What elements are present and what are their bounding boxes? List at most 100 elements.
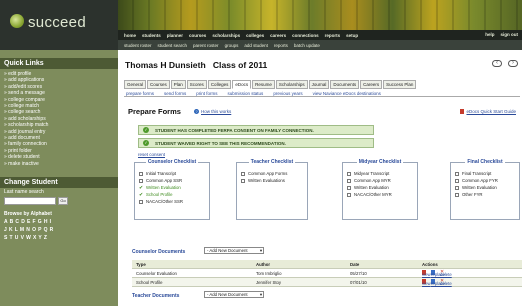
checklist-item[interactable]: NACAC/Other SSR bbox=[139, 198, 183, 205]
tab-courses[interactable]: Courses bbox=[147, 80, 170, 89]
tab-scores[interactable]: Scores bbox=[186, 80, 207, 89]
final-checklist: Final Checklist Final Transcript Common … bbox=[450, 159, 520, 220]
checklist-item[interactable]: Midyear Transcript bbox=[347, 170, 392, 177]
delete-action[interactable]: ✕ delete bbox=[440, 270, 452, 278]
alphabet-row[interactable]: A B C D E F G H I bbox=[0, 218, 118, 226]
subnav-batch-update[interactable]: batch update bbox=[294, 43, 320, 48]
checklist-item[interactable]: Initial Transcript bbox=[139, 170, 183, 177]
subnav-add-student[interactable]: add student bbox=[244, 43, 268, 48]
checklist-item[interactable]: ✔ School Profile bbox=[139, 191, 183, 198]
delete-link[interactable]: delete bbox=[440, 281, 452, 286]
tab-edocs[interactable]: eDocs bbox=[232, 80, 252, 89]
tab-scholarships[interactable]: Scholarships bbox=[275, 80, 308, 89]
nav-colleges[interactable]: colleges bbox=[246, 33, 264, 38]
alphabet-row[interactable]: S T U V W X Y Z bbox=[0, 234, 118, 242]
nav-home[interactable]: home bbox=[124, 33, 136, 38]
tab-success-plan[interactable]: Success Plan bbox=[383, 80, 417, 89]
checkbox[interactable] bbox=[241, 178, 245, 183]
quick-start-guide-link[interactable]: eDocs Quick Start Guide bbox=[466, 109, 516, 114]
checkbox[interactable] bbox=[347, 171, 351, 176]
nav-courses[interactable]: courses bbox=[189, 33, 206, 38]
alphabet-row[interactable]: J K L M N O P Q R bbox=[0, 226, 118, 234]
counselor-documents-label: Counselor Documents bbox=[132, 249, 186, 255]
prepare-forms-title: Prepare Forms bbox=[128, 107, 181, 116]
checklist-label: School Profile bbox=[146, 192, 173, 197]
replace-action[interactable]: replace bbox=[431, 279, 445, 286]
last-name-input[interactable] bbox=[4, 197, 56, 206]
nav-scholarships[interactable]: scholarships bbox=[212, 33, 240, 38]
alert-text: STUDENT WAIVED RIGHT TO SEE THIS RECOMME… bbox=[155, 140, 286, 146]
subnav-groups[interactable]: groups bbox=[225, 43, 239, 48]
midyear-checklist: Midyear Checklist Midyear Transcript Com… bbox=[342, 159, 418, 220]
checkbox[interactable] bbox=[139, 171, 143, 176]
nav-careers[interactable]: careers bbox=[270, 33, 286, 38]
nav-help[interactable]: help bbox=[485, 32, 494, 37]
tab-colleges[interactable]: Colleges bbox=[207, 80, 232, 89]
checklist-item[interactable]: NACAC/Other MYR bbox=[347, 191, 392, 198]
app-header: succeed home students planner courses sc… bbox=[0, 0, 522, 60]
checkbox[interactable] bbox=[139, 199, 143, 204]
add-counselor-document-select[interactable]: - Add New Document ▾ bbox=[204, 247, 264, 254]
checklist-label: Other FYR bbox=[462, 192, 483, 197]
checkbox[interactable] bbox=[347, 192, 351, 197]
view-action[interactable]: view bbox=[422, 270, 431, 277]
next-student-icon[interactable]: › bbox=[508, 60, 518, 67]
view-link[interactable]: view bbox=[422, 272, 431, 277]
how-this-works[interactable]: ? How this works bbox=[194, 109, 231, 114]
replace-action[interactable]: replace bbox=[431, 270, 445, 277]
col-type: Type bbox=[136, 262, 146, 267]
checkbox[interactable] bbox=[455, 185, 459, 190]
checkbox[interactable] bbox=[455, 192, 459, 197]
view-link[interactable]: view bbox=[422, 281, 431, 286]
checklist-item[interactable]: Final Transcript bbox=[455, 170, 498, 177]
nav-connections[interactable]: connections bbox=[292, 33, 319, 38]
quick-start-guide[interactable]: eDocs Quick Start Guide bbox=[460, 109, 516, 114]
nav-setup[interactable]: setup bbox=[346, 33, 358, 38]
table-row: Counselor Evaluation Tom Imbriglio 05/27… bbox=[132, 269, 522, 278]
add-teacher-document-select[interactable]: - Add New Document ▾ bbox=[204, 291, 264, 298]
checklist-item[interactable]: Common App SSR bbox=[139, 177, 183, 184]
how-this-works-link[interactable]: How this works bbox=[201, 109, 231, 114]
reset-consent-link[interactable]: reset consent bbox=[138, 152, 165, 157]
checkbox[interactable] bbox=[241, 171, 245, 176]
checklist-item[interactable]: Written Evaluation bbox=[347, 184, 392, 191]
checklist-item[interactable]: Written Evaluations bbox=[241, 177, 287, 184]
checklist-item[interactable]: Common App MYR bbox=[347, 177, 392, 184]
tab-resume[interactable]: Resume bbox=[252, 80, 275, 89]
checkbox[interactable] bbox=[347, 185, 351, 190]
checkbox[interactable] bbox=[139, 178, 143, 183]
checklist-item[interactable]: Common App Forms bbox=[241, 170, 287, 177]
col-author: Author bbox=[256, 262, 271, 267]
tab-plan[interactable]: Plan bbox=[170, 80, 186, 89]
go-button[interactable]: Go bbox=[58, 197, 68, 206]
tab-journal[interactable]: Journal bbox=[308, 80, 330, 89]
nav-planner[interactable]: planner bbox=[167, 33, 183, 38]
nav-reports[interactable]: reports bbox=[325, 33, 341, 38]
col-date: Date bbox=[350, 262, 360, 267]
checklist-item[interactable]: Written Evaluation bbox=[455, 184, 498, 191]
tab-careers[interactable]: Careers bbox=[360, 80, 383, 89]
previous-student-icon[interactable]: ‹ bbox=[492, 60, 502, 67]
nav-sign-out[interactable]: sign out bbox=[501, 32, 519, 37]
subnav-parent-roster[interactable]: parent roster bbox=[193, 43, 219, 48]
nav-students[interactable]: students bbox=[142, 33, 161, 38]
subnav-reports[interactable]: reports bbox=[274, 43, 288, 48]
checklist-item[interactable]: ✔ Written Evaluation bbox=[139, 184, 183, 191]
checkbox[interactable] bbox=[455, 178, 459, 183]
subnav-student-roster[interactable]: student roster bbox=[124, 43, 152, 48]
delete-action[interactable]: ✕ delete bbox=[440, 279, 452, 287]
view-action[interactable]: view bbox=[422, 279, 431, 286]
checkbox[interactable] bbox=[455, 171, 459, 176]
logo-text: succeed bbox=[28, 14, 86, 31]
doc-author: Jennifer Stoy bbox=[256, 280, 282, 285]
quick-link[interactable]: make inactive bbox=[4, 161, 114, 167]
succeed-logo-icon bbox=[10, 14, 24, 28]
subnav-student-search[interactable]: student search bbox=[158, 43, 188, 48]
select-value: - Add New Document bbox=[207, 248, 248, 253]
checklist-item[interactable]: Common App FYR bbox=[455, 177, 498, 184]
tab-general[interactable]: General bbox=[124, 80, 147, 89]
delete-link[interactable]: delete bbox=[440, 272, 452, 277]
checkbox[interactable] bbox=[347, 178, 351, 183]
tab-documents[interactable]: Documents bbox=[330, 80, 360, 89]
checklist-item[interactable]: Other FYR bbox=[455, 191, 498, 198]
